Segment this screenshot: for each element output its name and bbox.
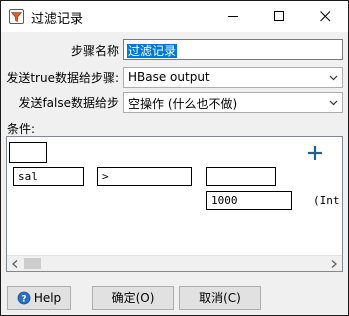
svg-text:?: ? xyxy=(21,295,26,305)
add-condition-icon[interactable] xyxy=(306,144,324,162)
condition-second-value-box[interactable] xyxy=(206,167,276,186)
condition-operator-box[interactable]: > xyxy=(97,167,192,186)
step-name-value: 过滤记录 xyxy=(127,44,178,58)
horizontal-scrollbar[interactable] xyxy=(7,255,342,271)
step-name-label: 步骤名称 xyxy=(70,44,119,58)
dialog-content: 步骤名称 过滤记录 发送true数据给步骤: HBase output 发送fa… xyxy=(1,32,348,315)
chevron-down-icon xyxy=(329,100,338,106)
title-bar: 过滤记录 xyxy=(1,1,348,32)
send-false-select[interactable]: 空操作 (什么也不做) xyxy=(123,92,343,113)
step-name-input[interactable]: 过滤记录 xyxy=(123,39,343,60)
help-button[interactable]: ? Help xyxy=(7,286,71,310)
maximize-button[interactable] xyxy=(256,1,302,32)
chevron-down-icon xyxy=(329,75,338,81)
filter-icon xyxy=(9,9,24,24)
maximize-icon xyxy=(274,11,284,21)
condition-field-box[interactable]: sal xyxy=(13,167,84,186)
scroll-left-icon[interactable] xyxy=(11,260,19,268)
condition-value-box[interactable]: 1000 xyxy=(206,191,292,210)
condition-label: 条件: xyxy=(7,122,36,136)
send-true-label: 发送true数据给步骤: xyxy=(6,71,119,85)
condition-negate-box[interactable] xyxy=(9,142,47,163)
window-title: 过滤记录 xyxy=(31,12,84,27)
ok-button[interactable]: 确定(O) xyxy=(92,286,174,310)
close-icon xyxy=(320,11,331,22)
send-true-select[interactable]: HBase output xyxy=(123,67,343,88)
minimize-button[interactable] xyxy=(210,1,256,32)
scroll-thumb[interactable] xyxy=(24,258,41,269)
condition-editor[interactable]: sal > 1000 (Int xyxy=(6,136,343,272)
help-button-label: Help xyxy=(33,291,62,305)
help-icon: ? xyxy=(17,291,31,305)
condition-value-type: (Int xyxy=(313,194,340,207)
send-false-label: 发送false数据给步 xyxy=(18,96,119,110)
send-false-value: 空操作 (什么也不做) xyxy=(128,97,238,111)
dialog-window: 过滤记录 步骤名称 过滤记录 发送true数据给步骤: HBase output xyxy=(0,0,349,316)
minimize-icon xyxy=(228,16,238,17)
close-button[interactable] xyxy=(302,1,348,32)
cancel-button[interactable]: 取消(C) xyxy=(179,286,261,310)
scroll-right-icon[interactable] xyxy=(330,260,338,268)
send-true-value: HBase output xyxy=(128,70,210,84)
